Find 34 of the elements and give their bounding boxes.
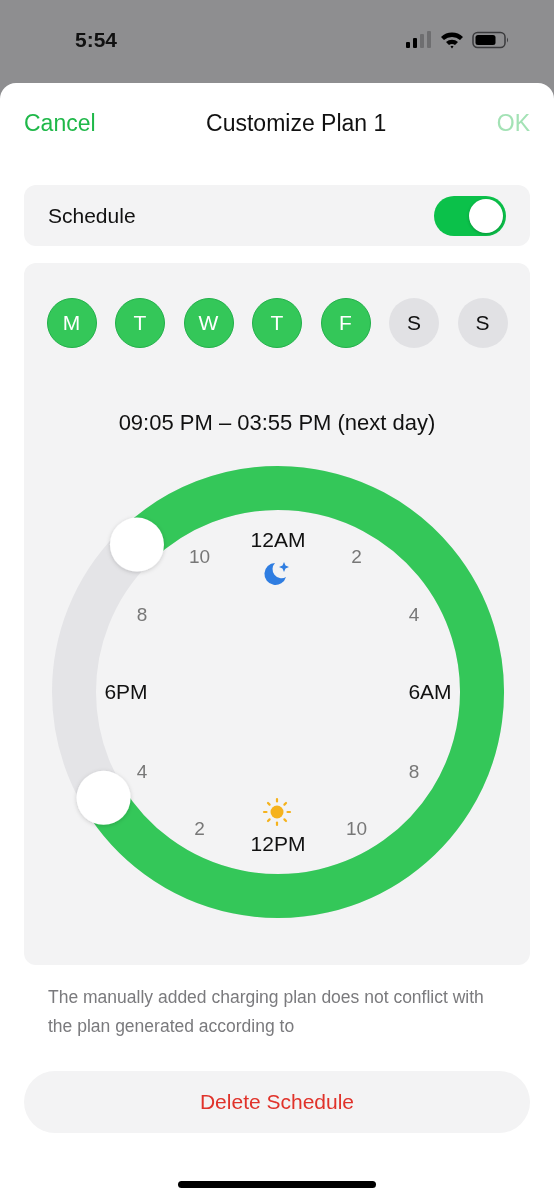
sun-icon [262,797,292,827]
schedule-toggle[interactable] [434,195,506,236]
hour-label: 10 [345,817,368,839]
day-button[interactable]: S [457,298,508,348]
hour-label: 8 [408,760,420,782]
day-button[interactable]: T [115,298,165,348]
start-handle[interactable] [109,517,164,572]
hour-label: 6PM [104,680,148,703]
wifi-icon [440,31,464,49]
day-button[interactable]: T [252,298,302,348]
time-range: 09:05 PM – 03:55 PM (next day) [118,409,436,437]
battery-icon [472,31,510,49]
status-time: 5:54 [75,28,118,52]
hour-label: 4 [408,603,420,625]
hour-label: 6AM [408,680,452,703]
hour-label: 2 [194,817,205,839]
day-button[interactable]: M [46,298,97,348]
hour-label: 8 [136,603,148,625]
cancel-button[interactable]: Cancel [24,109,96,137]
day-button[interactable]: F [320,298,371,348]
note-text: The manually added charging plan does not conflict with the plan generated according to [47,986,485,1038]
delete-button[interactable]: Delete Schedule [24,1071,530,1133]
hour-label: 4 [136,760,148,782]
day-button[interactable]: S [389,298,439,348]
end-handle[interactable] [76,770,131,825]
schedule-label: Schedule [48,203,136,228]
hour-label: 2 [351,546,362,568]
hour-label: 12PM [250,832,306,855]
sheet-title: Customize Plan 1 [206,109,387,137]
hour-label: 12AM [250,528,306,551]
day-button[interactable]: W [183,298,234,348]
moon-icon [264,562,289,585]
hour-label: 10 [188,546,211,568]
signal-icon [406,31,432,49]
